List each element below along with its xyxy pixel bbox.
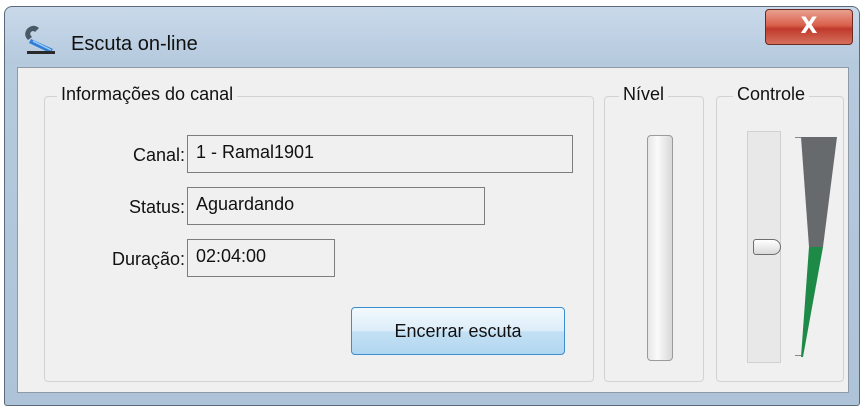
level-title: Nível — [619, 84, 669, 105]
app-telephone-icon — [23, 23, 59, 55]
stop-listening-button[interactable]: Encerrar escuta — [351, 307, 565, 355]
dialog-window: Escuta on-line X Informações do canal Ca… — [4, 6, 860, 406]
window-title: Escuta on-line — [71, 33, 198, 55]
client-area: Informações do canal Canal: 1 - Ramal190… — [17, 67, 849, 393]
canal-label: Canal: — [132, 145, 185, 165]
volume-slider-thumb[interactable] — [753, 239, 781, 255]
level-group: Nível — [604, 84, 704, 382]
title-bar[interactable]: Escuta on-line X — [5, 7, 859, 67]
volume-ramp-lower — [801, 247, 823, 357]
status-field[interactable]: Aguardando — [187, 187, 485, 225]
channel-info-group: Informações do canal Canal: 1 - Ramal190… — [44, 84, 594, 382]
close-icon: X — [800, 14, 818, 39]
control-title: Controle — [733, 84, 810, 105]
close-button[interactable]: X — [765, 9, 853, 45]
channel-info-title: Informações do canal — [57, 84, 238, 105]
volume-ramp-upper — [801, 137, 837, 247]
volume-ramp — [801, 137, 837, 357]
canal-field[interactable]: 1 - Ramal1901 — [187, 135, 573, 173]
duracao-label: Duração: — [111, 249, 185, 269]
duracao-field[interactable]: 02:04:00 — [187, 239, 335, 277]
control-group: Controle — [716, 84, 844, 382]
status-label: Status: — [128, 197, 185, 217]
level-meter — [647, 135, 673, 361]
